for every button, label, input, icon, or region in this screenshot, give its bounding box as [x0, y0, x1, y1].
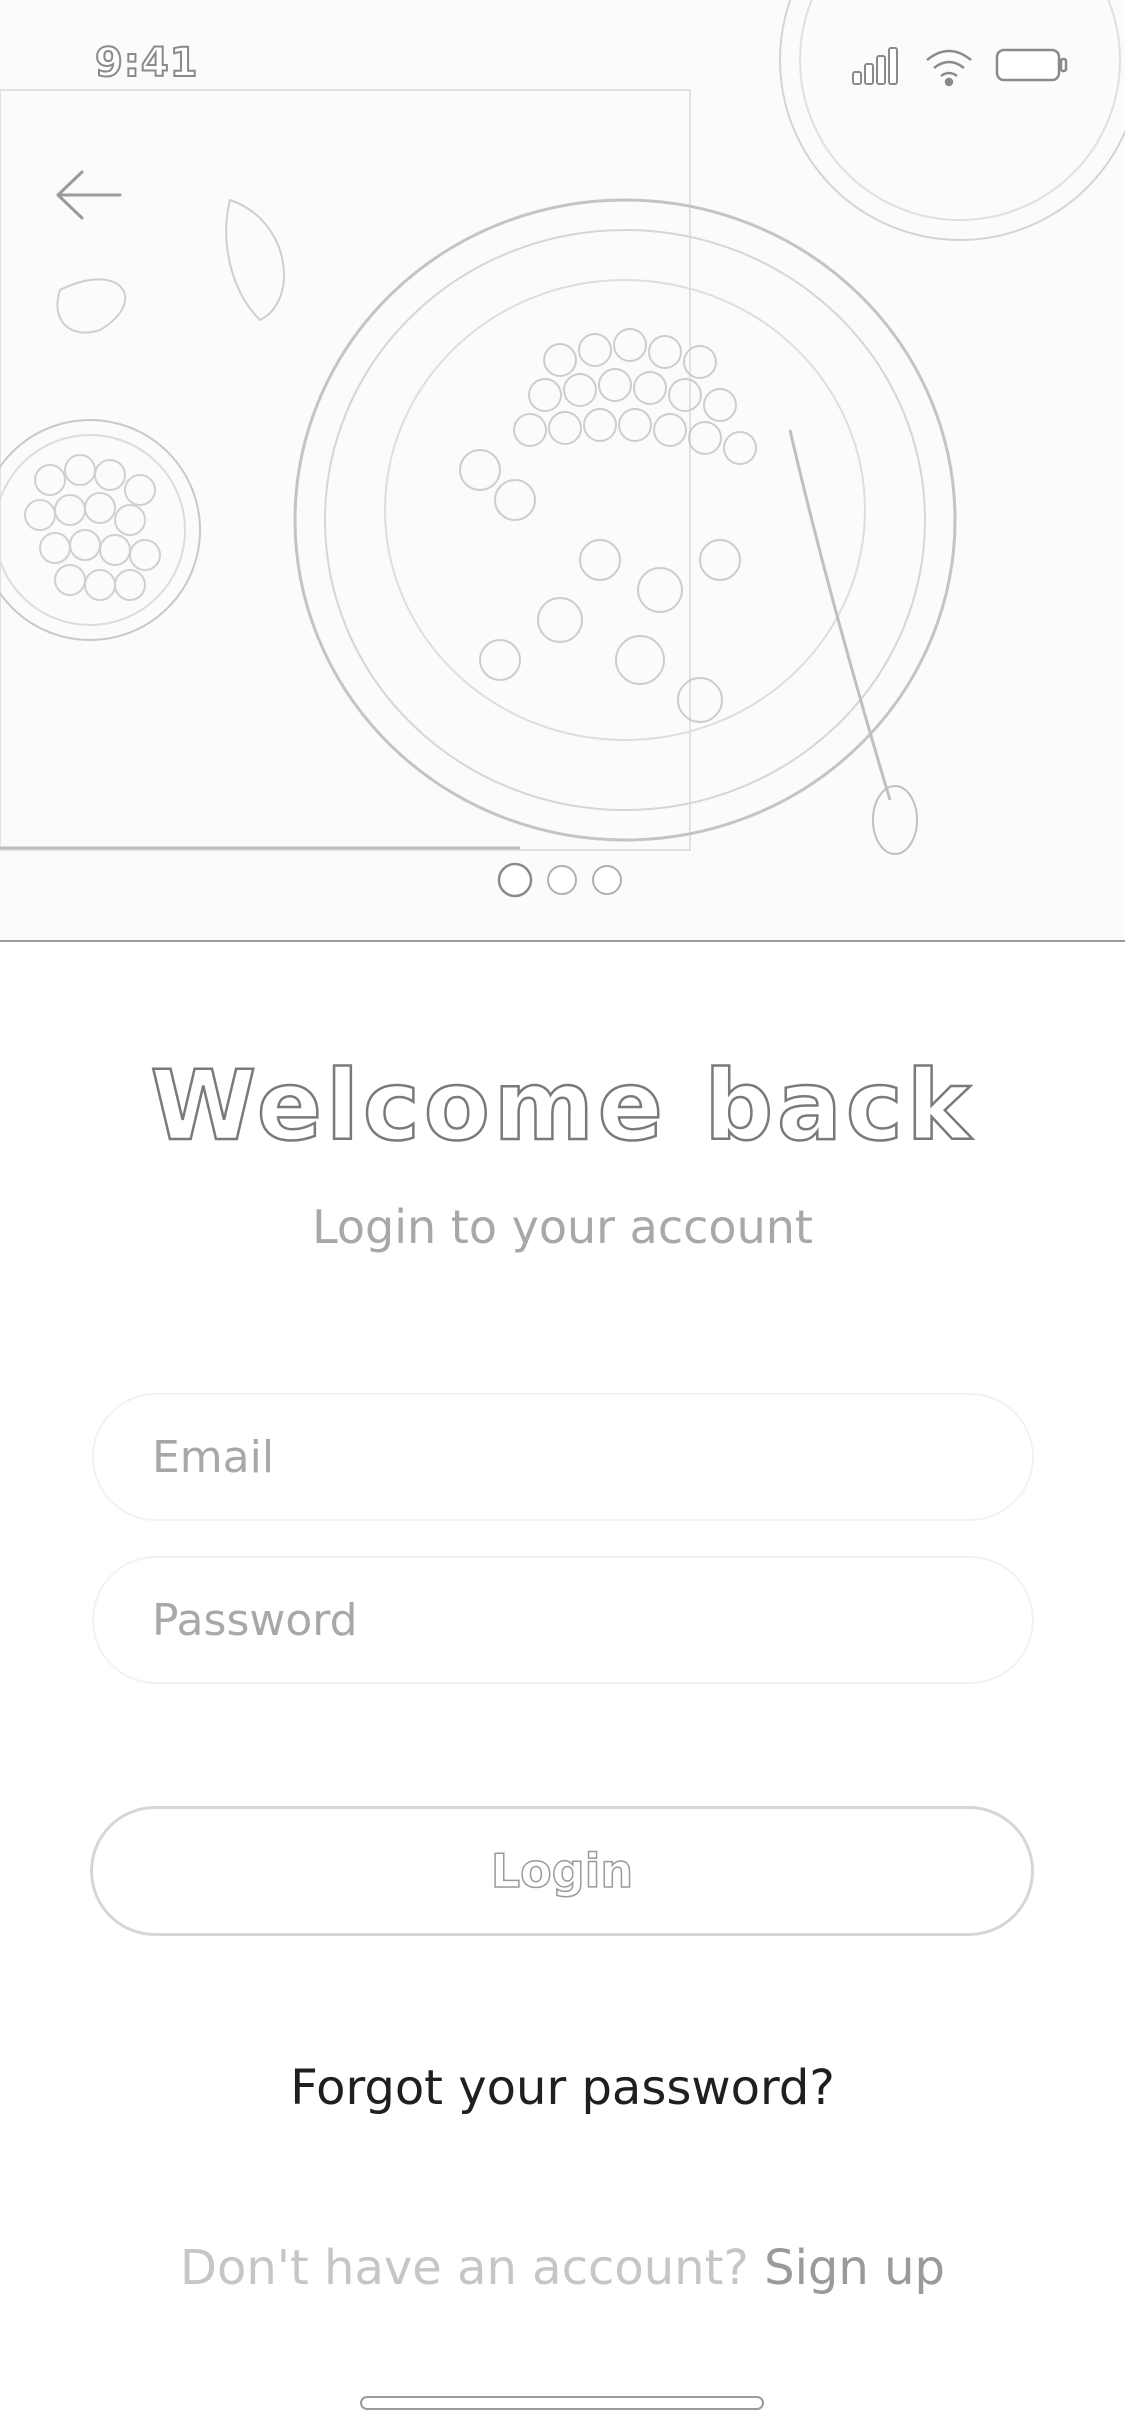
no-account-text: Don't have an account? [180, 2240, 765, 2296]
status-bar-time: 9:41 [94, 39, 199, 87]
email-field[interactable] [94, 1395, 1032, 1519]
login-button-label: Login [490, 1843, 634, 1899]
back-button[interactable] [50, 160, 130, 230]
wifi-icon [926, 49, 972, 87]
battery-icon [995, 48, 1068, 82]
forgot-password-link[interactable]: Forgot your password? [0, 2060, 1125, 2116]
password-field[interactable] [94, 1558, 1032, 1682]
home-indicator [360, 2396, 764, 2410]
cellular-signal-icon [852, 47, 898, 85]
carousel-dot [592, 865, 622, 895]
signup-link[interactable]: Sign up [764, 2240, 945, 2296]
page-subtitle: Login to your account [312, 1200, 813, 1254]
signup-prompt: Don't have an account? Sign up [0, 2240, 1125, 2296]
page-title: Welcome back [149, 1049, 975, 1164]
email-field-container [92, 1393, 1034, 1521]
hero-food-image: 9:41 [0, 0, 1125, 942]
carousel-dot-active [497, 862, 533, 898]
carousel-indicator [495, 862, 630, 898]
status-bar-icons [851, 44, 1071, 88]
food-bowl-illustration [0, 0, 1125, 855]
carousel-dot [547, 865, 577, 895]
login-button[interactable]: Login [90, 1806, 1034, 1936]
back-arrow-icon [56, 170, 122, 220]
password-field-container [92, 1556, 1034, 1684]
